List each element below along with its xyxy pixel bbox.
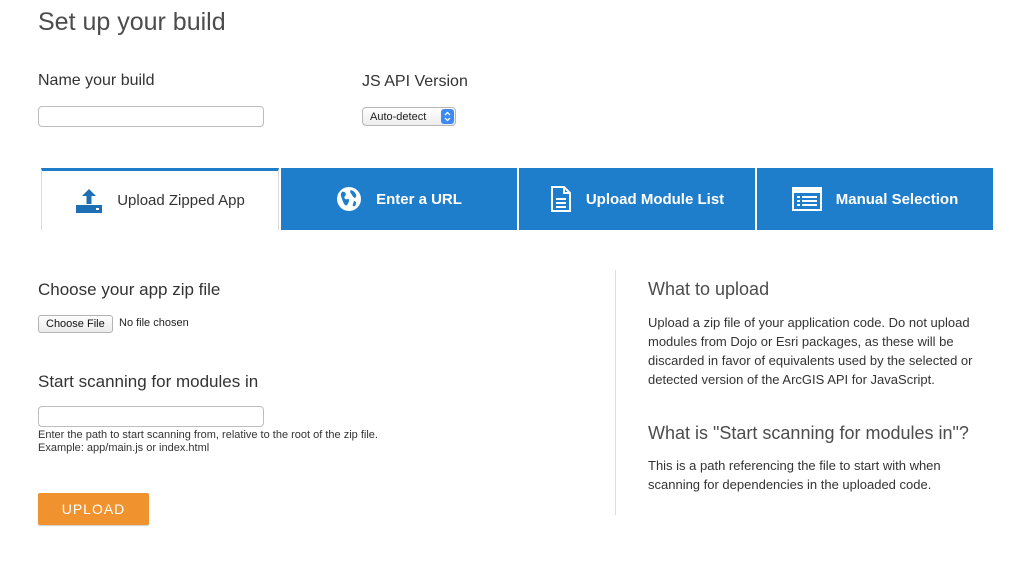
file-status-text: No file chosen	[119, 317, 189, 329]
select-arrows-icon	[441, 109, 454, 124]
scan-help-text: This is a path referencing the file to s…	[648, 458, 941, 492]
globe-icon	[336, 186, 362, 212]
page-title: Set up your build	[38, 8, 226, 36]
tab-label: Upload Zipped App	[117, 192, 245, 209]
tab-label: Manual Selection	[835, 190, 959, 208]
tab-manual-selection[interactable]: Manual Selection	[757, 168, 993, 230]
tab-enter-url[interactable]: Enter a URL	[281, 168, 517, 230]
scan-path-label: Start scanning for modules in	[38, 372, 259, 391]
zip-file-label: Choose your app zip file	[38, 280, 221, 299]
tab-label: Upload Module List	[585, 190, 725, 208]
scan-help-heading: What is "Start scanning for modules in"?	[648, 423, 969, 443]
choose-file-button[interactable]: Choose File	[38, 315, 113, 333]
scan-path-input[interactable]	[38, 406, 264, 427]
js-api-version-label: JS API Version	[362, 73, 468, 90]
what-to-upload-text: Upload a zip file of your application co…	[648, 315, 973, 387]
list-icon	[791, 187, 822, 211]
scan-path-hint: Enter the path to start scanning from, r…	[38, 429, 378, 455]
document-icon	[550, 186, 572, 212]
hint-example: Example: app/main.js or index.html	[38, 442, 210, 454]
tab-label: Enter a URL	[376, 190, 462, 208]
what-to-upload-heading: What to upload	[648, 279, 770, 299]
build-name-label: Name your build	[38, 72, 155, 89]
js-api-version-select[interactable]: Auto-detect	[362, 107, 456, 126]
js-api-version-value: Auto-detect	[370, 110, 427, 123]
upload-button[interactable]: UPLOAD	[38, 493, 149, 525]
column-divider	[615, 270, 616, 515]
build-name-input[interactable]	[38, 106, 264, 127]
hint-line: Enter the path to start scanning from, r…	[38, 429, 378, 441]
tab-upload-zipped-app[interactable]: Upload Zipped App	[41, 168, 279, 230]
tab-upload-module-list[interactable]: Upload Module List	[519, 168, 755, 230]
upload-icon	[75, 188, 103, 214]
